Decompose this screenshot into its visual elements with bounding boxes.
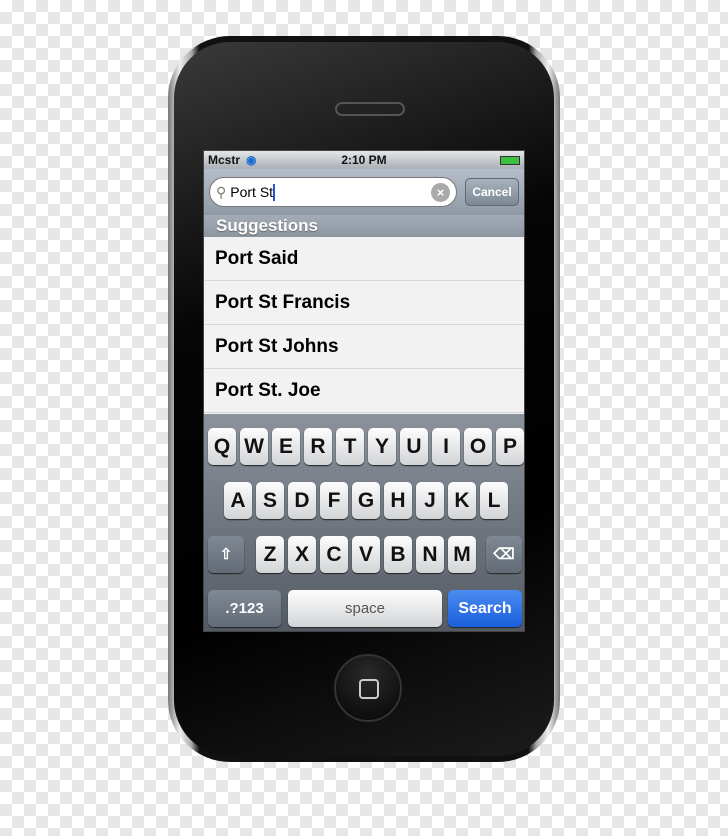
key-p[interactable]: P — [496, 428, 524, 465]
space-key[interactable]: space — [288, 590, 442, 627]
shift-key[interactable]: ⇧ — [208, 536, 244, 573]
suggestions-header: Suggestions — [204, 215, 524, 237]
suggestions-list: Port Said Port St Francis Port St Johns … — [204, 237, 524, 413]
search-key[interactable]: Search — [448, 590, 522, 627]
key-l[interactable]: L — [480, 482, 508, 519]
key-c[interactable]: C — [320, 536, 348, 573]
key-o[interactable]: O — [464, 428, 492, 465]
status-bar: Mcstr ◉ 2:10 PM — [204, 151, 524, 169]
screen: Mcstr ◉ 2:10 PM ⚲ Port St × Cancel Sugge… — [203, 150, 525, 632]
search-input[interactable]: ⚲ Port St × — [209, 177, 457, 207]
shift-arrow-icon: ⇧ — [219, 546, 233, 563]
search-icon: ⚲ — [216, 183, 227, 200]
search-input-value: Port St — [230, 184, 274, 200]
text-cursor — [273, 183, 276, 201]
key-y[interactable]: Y — [368, 428, 396, 465]
key-t[interactable]: T — [336, 428, 364, 465]
key-n[interactable]: N — [416, 536, 444, 573]
keyboard: ⇧ ⌫ .?123 space Search QWERTYUIOP ASDFGHJ… — [204, 414, 524, 631]
list-item[interactable]: Port Said — [204, 237, 524, 281]
clear-icon[interactable]: × — [431, 182, 450, 202]
list-item[interactable]: Port St Francis — [204, 281, 524, 325]
search-bar: ⚲ Port St × Cancel — [204, 169, 524, 215]
list-item[interactable]: Port St Johns — [204, 325, 524, 369]
earpiece-speaker — [335, 102, 405, 116]
key-s[interactable]: S — [256, 482, 284, 519]
key-v[interactable]: V — [352, 536, 380, 573]
home-square-icon — [359, 679, 379, 699]
battery-charging-icon — [500, 155, 520, 165]
list-item[interactable]: Port St. Joe — [204, 369, 524, 413]
key-r[interactable]: R — [304, 428, 332, 465]
backspace-key[interactable]: ⌫ — [486, 536, 522, 573]
clock: 2:10 PM — [341, 153, 387, 167]
key-k[interactable]: K — [448, 482, 476, 519]
key-x[interactable]: X — [288, 536, 316, 573]
key-b[interactable]: B — [384, 536, 412, 573]
key-u[interactable]: U — [400, 428, 428, 465]
key-d[interactable]: D — [288, 482, 316, 519]
key-z[interactable]: Z — [256, 536, 284, 573]
key-h[interactable]: H — [384, 482, 412, 519]
home-button[interactable] — [334, 654, 402, 722]
key-f[interactable]: F — [320, 482, 348, 519]
key-j[interactable]: J — [416, 482, 444, 519]
numbers-key[interactable]: .?123 — [208, 590, 281, 627]
cancel-button[interactable]: Cancel — [465, 178, 519, 206]
key-w[interactable]: W — [240, 428, 268, 465]
key-g[interactable]: G — [352, 482, 380, 519]
key-i[interactable]: I — [432, 428, 460, 465]
backspace-icon: ⌫ — [493, 546, 515, 563]
key-a[interactable]: A — [224, 482, 252, 519]
key-e[interactable]: E — [272, 428, 300, 465]
key-m[interactable]: M — [448, 536, 476, 573]
key-q[interactable]: Q — [208, 428, 236, 465]
